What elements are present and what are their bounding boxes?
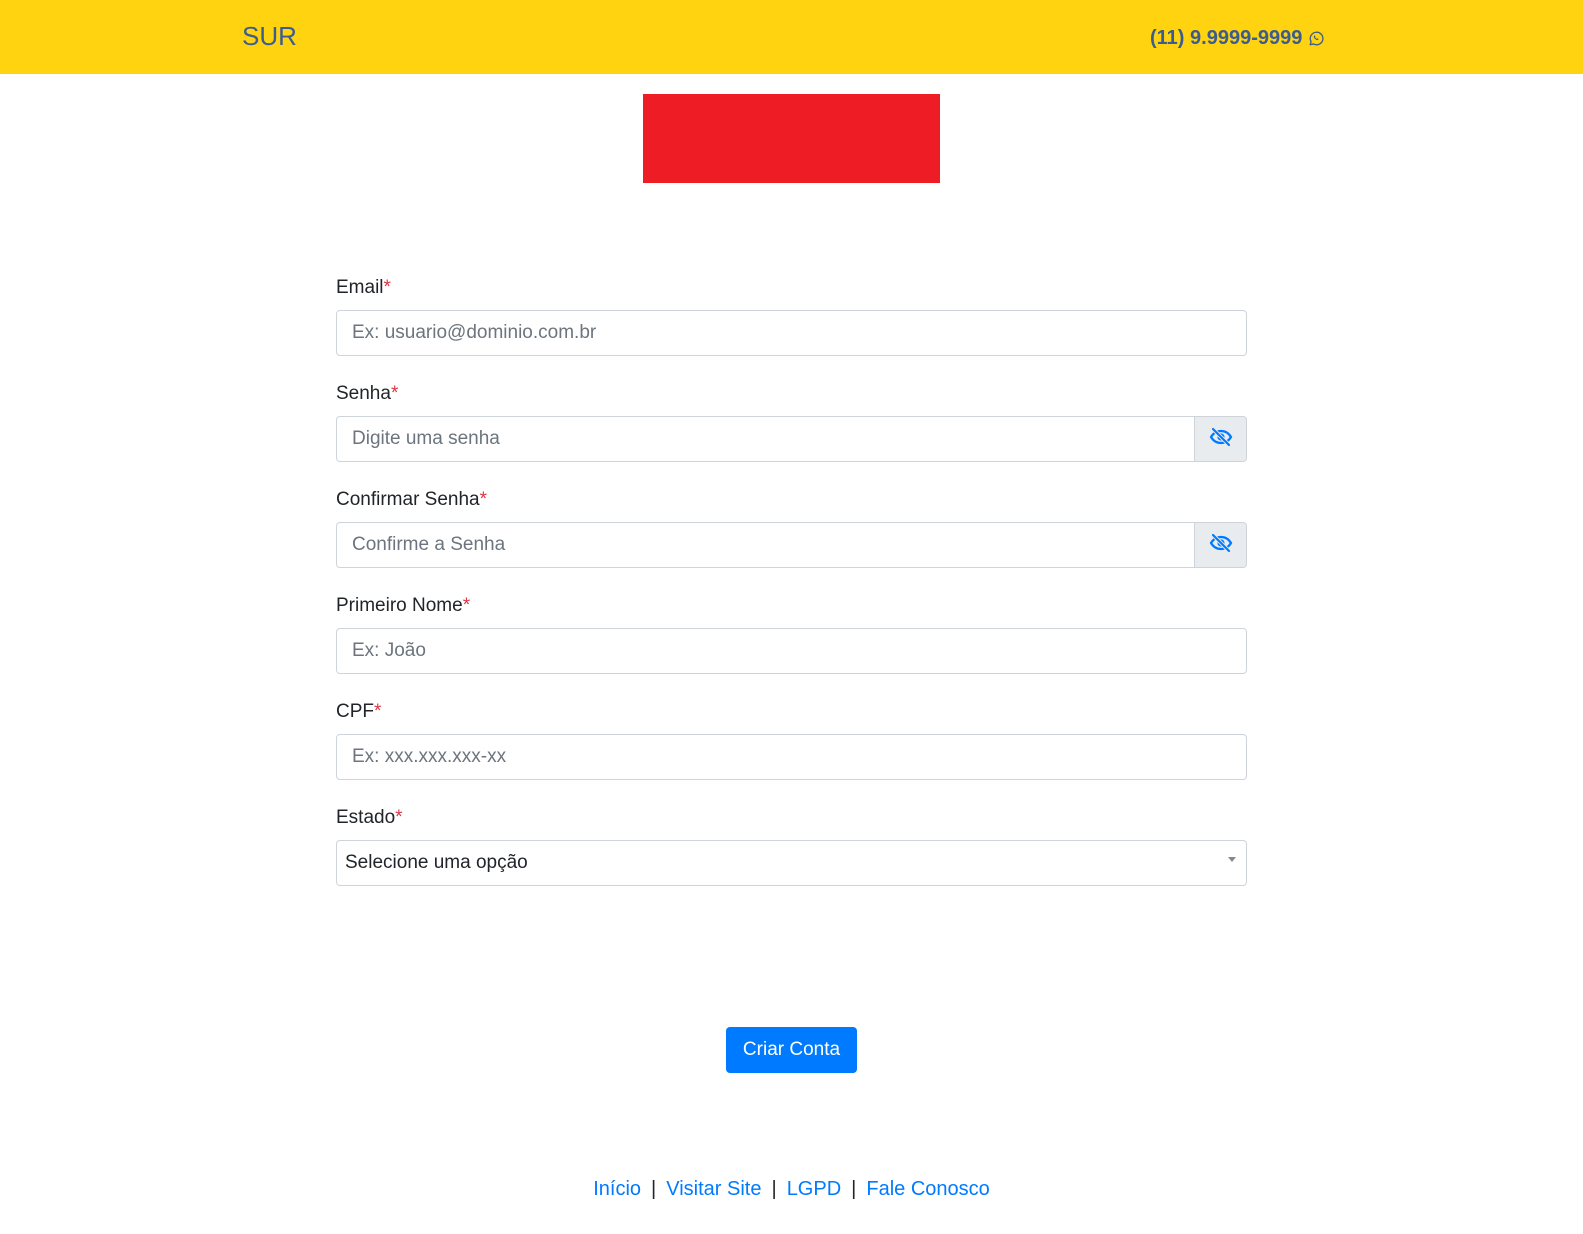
confirm-password-group: Confirmar Senha* — [336, 488, 1247, 568]
email-label: Email* — [336, 277, 391, 298]
top-bar: SUR (11) 9.9999-9999 — [0, 0, 1583, 74]
footer-link-fale-conosco[interactable]: Fale Conosco — [866, 1178, 989, 1200]
required-mark: * — [479, 489, 488, 510]
confirm-password-input[interactable] — [336, 522, 1195, 568]
footer-links: Início | Visitar Site | LGPD | Fale Conosco — [0, 1176, 1583, 1202]
password-label: Senha* — [336, 383, 399, 404]
footer-link-visitar-site[interactable]: Visitar Site — [666, 1178, 761, 1200]
state-label: Estado* — [336, 807, 403, 828]
create-account-button[interactable]: Criar Conta — [726, 1027, 857, 1073]
eye-slash-icon — [1209, 427, 1233, 452]
footer-separator: | — [771, 1178, 777, 1200]
cpf-label: CPF* — [336, 701, 382, 722]
footer-link-inicio[interactable]: Início — [593, 1178, 641, 1200]
chevron-down-icon — [1228, 856, 1236, 862]
password-input[interactable] — [336, 416, 1195, 462]
state-select-value: Selecione uma opção — [345, 852, 528, 873]
email-group: Email* — [336, 276, 1247, 356]
email-input[interactable] — [336, 310, 1247, 356]
first-name-input[interactable] — [336, 628, 1247, 674]
phone-number: (11) 9.9999-9999 — [1150, 27, 1303, 49]
required-mark: * — [390, 383, 399, 404]
footer-separator: | — [851, 1178, 857, 1200]
required-mark: * — [383, 277, 391, 298]
logo-banner — [643, 94, 940, 183]
footer-link-lgpd[interactable]: LGPD — [787, 1178, 841, 1200]
brand-name[interactable]: SUR — [242, 20, 297, 52]
state-select[interactable]: Selecione uma opção — [336, 840, 1247, 886]
cpf-input[interactable] — [336, 734, 1247, 780]
confirm-password-label: Confirmar Senha* — [336, 489, 488, 510]
toggle-confirm-password-button[interactable] — [1195, 522, 1247, 568]
password-group: Senha* — [336, 382, 1247, 462]
state-group: Estado* Selecione uma opção — [336, 806, 1247, 886]
footer-separator: | — [651, 1178, 657, 1200]
eye-slash-icon — [1209, 533, 1233, 558]
cpf-group: CPF* — [336, 700, 1247, 780]
required-mark: * — [395, 807, 403, 828]
phone-contact[interactable]: (11) 9.9999-9999 — [1150, 25, 1324, 51]
first-name-label: Primeiro Nome* — [336, 595, 471, 616]
toggle-password-button[interactable] — [1195, 416, 1247, 462]
whatsapp-icon — [1309, 31, 1324, 46]
required-mark: * — [374, 701, 382, 722]
required-mark: * — [462, 595, 471, 616]
first-name-group: Primeiro Nome* — [336, 594, 1247, 674]
